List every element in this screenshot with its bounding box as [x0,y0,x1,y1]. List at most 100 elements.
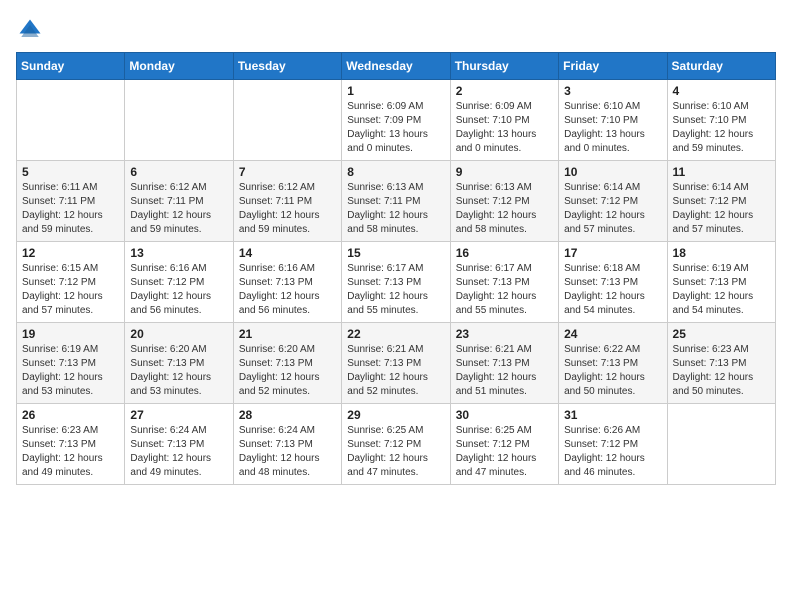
calendar-cell [667,404,775,485]
day-info: Sunrise: 6:25 AM Sunset: 7:12 PM Dayligh… [347,424,444,480]
calendar-cell: 27 Sunrise: 6:24 AM Sunset: 7:13 PM Dayli… [125,404,233,485]
day-number: 31 [564,408,661,422]
dow-header-friday: Friday [559,53,667,80]
calendar-cell: 5 Sunrise: 6:11 AM Sunset: 7:11 PM Daylig… [17,161,125,242]
day-info: Sunrise: 6:09 AM Sunset: 7:09 PM Dayligh… [347,100,444,156]
day-info: Sunrise: 6:14 AM Sunset: 7:12 PM Dayligh… [564,181,661,237]
day-number: 30 [456,408,553,422]
day-info: Sunrise: 6:10 AM Sunset: 7:10 PM Dayligh… [564,100,661,156]
day-info: Sunrise: 6:22 AM Sunset: 7:13 PM Dayligh… [564,343,661,399]
day-number: 28 [239,408,336,422]
day-number: 15 [347,246,444,260]
dow-header-sunday: Sunday [17,53,125,80]
calendar-cell: 10 Sunrise: 6:14 AM Sunset: 7:12 PM Dayli… [559,161,667,242]
logo-icon [16,16,44,44]
day-number: 19 [22,327,119,341]
calendar-cell: 14 Sunrise: 6:16 AM Sunset: 7:13 PM Dayli… [233,242,341,323]
day-info: Sunrise: 6:12 AM Sunset: 7:11 PM Dayligh… [239,181,336,237]
day-info: Sunrise: 6:18 AM Sunset: 7:13 PM Dayligh… [564,262,661,318]
calendar-body: 1 Sunrise: 6:09 AM Sunset: 7:09 PM Daylig… [17,80,776,485]
day-info: Sunrise: 6:21 AM Sunset: 7:13 PM Dayligh… [456,343,553,399]
day-info: Sunrise: 6:15 AM Sunset: 7:12 PM Dayligh… [22,262,119,318]
calendar-cell: 23Sunrise: 6:21 AM Sunset: 7:13 PM Dayli… [450,323,558,404]
calendar-cell: 25 Sunrise: 6:23 AM Sunset: 7:13 PM Dayli… [667,323,775,404]
day-number: 27 [130,408,227,422]
calendar-cell: 29 Sunrise: 6:25 AM Sunset: 7:12 PM Dayli… [342,404,450,485]
calendar-cell: 4 Sunrise: 6:10 AM Sunset: 7:10 PM Daylig… [667,80,775,161]
day-number: 11 [673,165,770,179]
day-number: 24 [564,327,661,341]
page-header [16,16,776,44]
week-row-1: 1 Sunrise: 6:09 AM Sunset: 7:09 PM Daylig… [17,80,776,161]
day-number: 12 [22,246,119,260]
week-row-2: 5 Sunrise: 6:11 AM Sunset: 7:11 PM Daylig… [17,161,776,242]
calendar-cell: 16 Sunrise: 6:17 AM Sunset: 7:13 PM Dayli… [450,242,558,323]
day-info: Sunrise: 6:11 AM Sunset: 7:11 PM Dayligh… [22,181,119,237]
day-number: 16 [456,246,553,260]
calendar-cell: 17 Sunrise: 6:18 AM Sunset: 7:13 PM Dayli… [559,242,667,323]
day-number: 6 [130,165,227,179]
dow-header-monday: Monday [125,53,233,80]
day-info: Sunrise: 6:19 AM Sunset: 7:13 PM Dayligh… [673,262,770,318]
calendar-table: SundayMondayTuesdayWednesdayThursdayFrid… [16,52,776,485]
calendar-cell: 22 Sunrise: 6:21 AM Sunset: 7:13 PM Dayli… [342,323,450,404]
week-row-3: 12 Sunrise: 6:15 AM Sunset: 7:12 PM Dayli… [17,242,776,323]
day-info: Sunrise: 6:16 AM Sunset: 7:13 PM Dayligh… [239,262,336,318]
day-info: Sunrise: 6:17 AM Sunset: 7:13 PM Dayligh… [456,262,553,318]
calendar-cell [233,80,341,161]
calendar-cell: 19Sunrise: 6:19 AM Sunset: 7:13 PM Dayli… [17,323,125,404]
day-info: Sunrise: 6:24 AM Sunset: 7:13 PM Dayligh… [130,424,227,480]
day-info: Sunrise: 6:21 AM Sunset: 7:13 PM Dayligh… [347,343,444,399]
day-number: 4 [673,84,770,98]
calendar-cell: 28 Sunrise: 6:24 AM Sunset: 7:13 PM Dayli… [233,404,341,485]
day-info: Sunrise: 6:23 AM Sunset: 7:13 PM Dayligh… [22,424,119,480]
day-number: 5 [22,165,119,179]
calendar-cell: 26 Sunrise: 6:23 AM Sunset: 7:13 PM Dayli… [17,404,125,485]
day-info: Sunrise: 6:14 AM Sunset: 7:12 PM Dayligh… [673,181,770,237]
week-row-5: 26 Sunrise: 6:23 AM Sunset: 7:13 PM Dayli… [17,404,776,485]
week-row-4: 19Sunrise: 6:19 AM Sunset: 7:13 PM Dayli… [17,323,776,404]
dow-header-thursday: Thursday [450,53,558,80]
day-number: 9 [456,165,553,179]
calendar-cell: 8 Sunrise: 6:13 AM Sunset: 7:11 PM Daylig… [342,161,450,242]
day-number: 22 [347,327,444,341]
calendar-cell: 6Sunrise: 6:12 AM Sunset: 7:11 PM Daylig… [125,161,233,242]
day-number: 29 [347,408,444,422]
days-of-week-row: SundayMondayTuesdayWednesdayThursdayFrid… [17,53,776,80]
calendar-cell: 1 Sunrise: 6:09 AM Sunset: 7:09 PM Daylig… [342,80,450,161]
day-info: Sunrise: 6:13 AM Sunset: 7:12 PM Dayligh… [456,181,553,237]
day-number: 13 [130,246,227,260]
day-number: 10 [564,165,661,179]
dow-header-tuesday: Tuesday [233,53,341,80]
calendar-cell: 18 Sunrise: 6:19 AM Sunset: 7:13 PM Dayli… [667,242,775,323]
day-info: Sunrise: 6:26 AM Sunset: 7:12 PM Dayligh… [564,424,661,480]
calendar-cell: 2 Sunrise: 6:09 AM Sunset: 7:10 PM Daylig… [450,80,558,161]
day-number: 1 [347,84,444,98]
day-info: Sunrise: 6:23 AM Sunset: 7:13 PM Dayligh… [673,343,770,399]
dow-header-saturday: Saturday [667,53,775,80]
day-info: Sunrise: 6:25 AM Sunset: 7:12 PM Dayligh… [456,424,553,480]
calendar-cell: 13Sunrise: 6:16 AM Sunset: 7:12 PM Dayli… [125,242,233,323]
calendar-cell: 31 Sunrise: 6:26 AM Sunset: 7:12 PM Dayli… [559,404,667,485]
day-number: 14 [239,246,336,260]
calendar-cell: 7 Sunrise: 6:12 AM Sunset: 7:11 PM Daylig… [233,161,341,242]
calendar-cell [125,80,233,161]
calendar-cell: 20Sunrise: 6:20 AM Sunset: 7:13 PM Dayli… [125,323,233,404]
day-number: 26 [22,408,119,422]
calendar-cell: 9 Sunrise: 6:13 AM Sunset: 7:12 PM Daylig… [450,161,558,242]
day-info: Sunrise: 6:13 AM Sunset: 7:11 PM Dayligh… [347,181,444,237]
day-info: Sunrise: 6:09 AM Sunset: 7:10 PM Dayligh… [456,100,553,156]
calendar-cell [17,80,125,161]
day-number: 25 [673,327,770,341]
calendar-cell: 24 Sunrise: 6:22 AM Sunset: 7:13 PM Dayli… [559,323,667,404]
day-number: 17 [564,246,661,260]
day-number: 21 [239,327,336,341]
day-number: 7 [239,165,336,179]
day-number: 18 [673,246,770,260]
day-info: Sunrise: 6:24 AM Sunset: 7:13 PM Dayligh… [239,424,336,480]
calendar-header: SundayMondayTuesdayWednesdayThursdayFrid… [17,53,776,80]
day-info: Sunrise: 6:10 AM Sunset: 7:10 PM Dayligh… [673,100,770,156]
day-number: 8 [347,165,444,179]
day-info: Sunrise: 6:20 AM Sunset: 7:13 PM Dayligh… [130,343,227,399]
day-number: 2 [456,84,553,98]
